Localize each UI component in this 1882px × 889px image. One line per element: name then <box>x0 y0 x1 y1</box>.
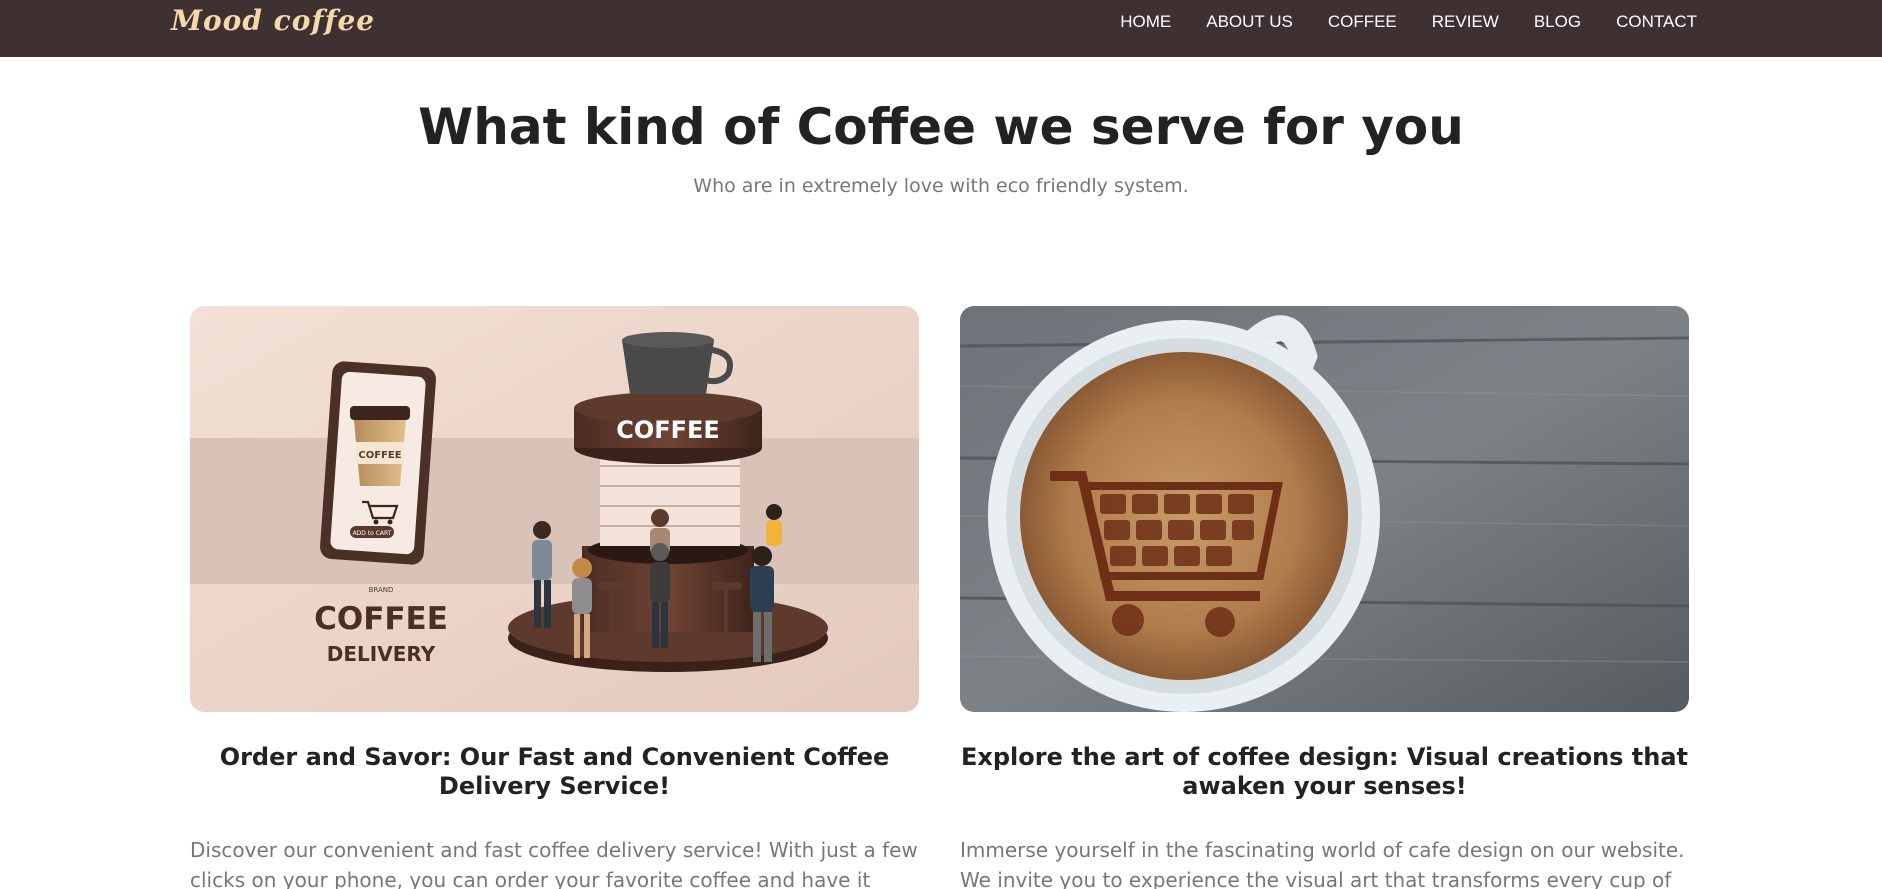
nav-link-blog[interactable]: BLOG <box>1534 12 1581 32</box>
brand-delivery-label: DELIVERY <box>327 642 436 666</box>
nav-link-coffee[interactable]: COFFEE <box>1328 12 1397 32</box>
card-title-delivery: Order and Savor: Our Fast and Convenient… <box>219 743 890 800</box>
nav-link-review[interactable]: REVIEW <box>1432 12 1499 32</box>
section-title: What kind of Coffee we serve for you <box>418 98 1464 156</box>
nav-link-contact[interactable]: CONTACT <box>1616 12 1697 32</box>
coffee-delivery-image: COFFEE ADD to CART BRAND COFFEE DELIVERY <box>190 306 919 712</box>
top-navbar: Mood coffee HOME ABOUT US COFFEE REVIEW … <box>0 0 1882 57</box>
nav-link-home[interactable]: HOME <box>1120 12 1171 32</box>
nav-menu: HOME ABOUT US COFFEE REVIEW BLOG CONTACT <box>1120 12 1697 32</box>
brand-coffee-label: COFFEE <box>314 601 448 637</box>
card-text-design: Immerse yourself in the fascinating worl… <box>960 838 1685 889</box>
latte-art-image <box>960 306 1689 712</box>
phone-cup-label: COFFEE <box>358 450 401 461</box>
nav-link-about-us[interactable]: ABOUT US <box>1206 12 1293 32</box>
phone-illustration: COFFEE ADD to CART <box>320 361 436 565</box>
section-subtitle: Who are in extremely love with eco frien… <box>693 175 1189 197</box>
brand-small-label: BRAND <box>369 586 394 594</box>
kiosk-sign-label: COFFEE <box>616 416 720 444</box>
phone-add-to-cart-label: ADD to CART <box>353 530 392 537</box>
card-title-design: Explore the art of coffee design: Visual… <box>960 743 1689 800</box>
card-text-delivery: Discover our convenient and fast coffee … <box>190 838 918 889</box>
brand-logo[interactable]: Mood coffee <box>171 4 375 37</box>
